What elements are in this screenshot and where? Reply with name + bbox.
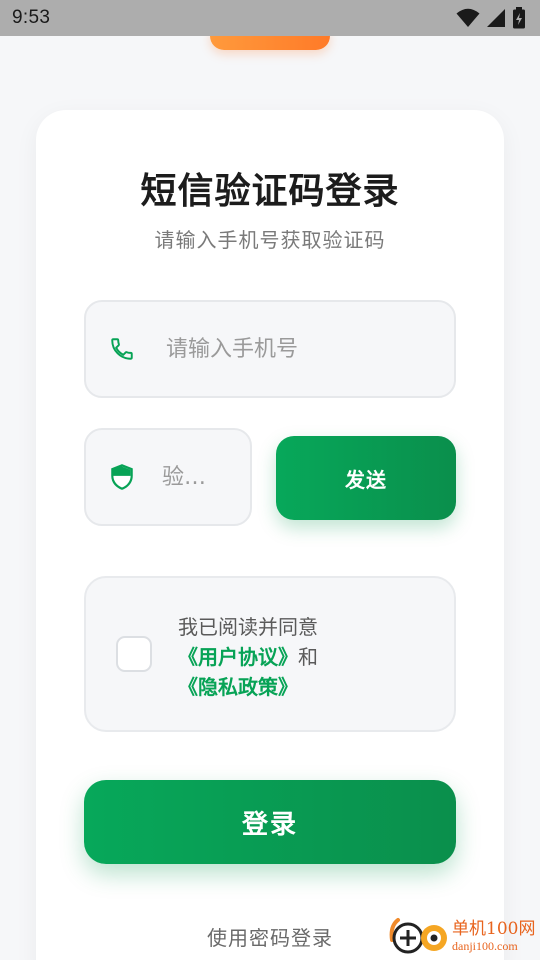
watermark-en: danji100.com <box>452 939 518 953</box>
agreement-checkbox[interactable] <box>116 636 152 672</box>
screen: 9:53 短信验证码登录 请输入手机号获取验证码 请输入手机号 验… 发送 我已… <box>0 0 540 960</box>
watermark-cn: 单机100网 <box>452 919 536 939</box>
agreement-prefix: 我已阅读并同意 <box>178 615 318 639</box>
status-icons <box>456 7 526 29</box>
code-field[interactable] <box>84 428 252 526</box>
phone-icon <box>108 335 136 363</box>
phone-field[interactable] <box>84 300 456 398</box>
privacy-policy-link[interactable]: 《隐私政策》 <box>178 675 298 699</box>
watermark-logo-icon <box>389 918 447 954</box>
page-title: 短信验证码登录 <box>140 171 400 212</box>
watermark: 单机100网 danji100.com <box>388 912 540 960</box>
user-agreement-link[interactable]: 《用户协议》 <box>178 645 298 669</box>
status-bar: 9:53 <box>0 0 540 36</box>
login-button[interactable]: 登录 <box>84 780 456 864</box>
agreement-box: 我已阅读并同意 《用户协议》和 《隐私政策》 <box>84 576 456 732</box>
wifi-icon <box>456 8 480 27</box>
page-subtitle: 请输入手机号获取验证码 <box>154 228 386 252</box>
watermark-text: 单机100网 danji100.com <box>452 919 535 953</box>
battery-icon <box>513 7 525 29</box>
agreement-and: 和 <box>298 645 318 669</box>
signal-icon <box>487 9 505 27</box>
shield-icon <box>108 463 136 491</box>
phone-input[interactable] <box>166 336 426 362</box>
code-input[interactable] <box>162 464 232 490</box>
send-code-button[interactable]: 发送 <box>276 436 456 520</box>
agreement-text: 我已阅读并同意 《用户协议》和 《隐私政策》 <box>178 612 318 702</box>
status-time: 9:53 <box>12 7 51 28</box>
